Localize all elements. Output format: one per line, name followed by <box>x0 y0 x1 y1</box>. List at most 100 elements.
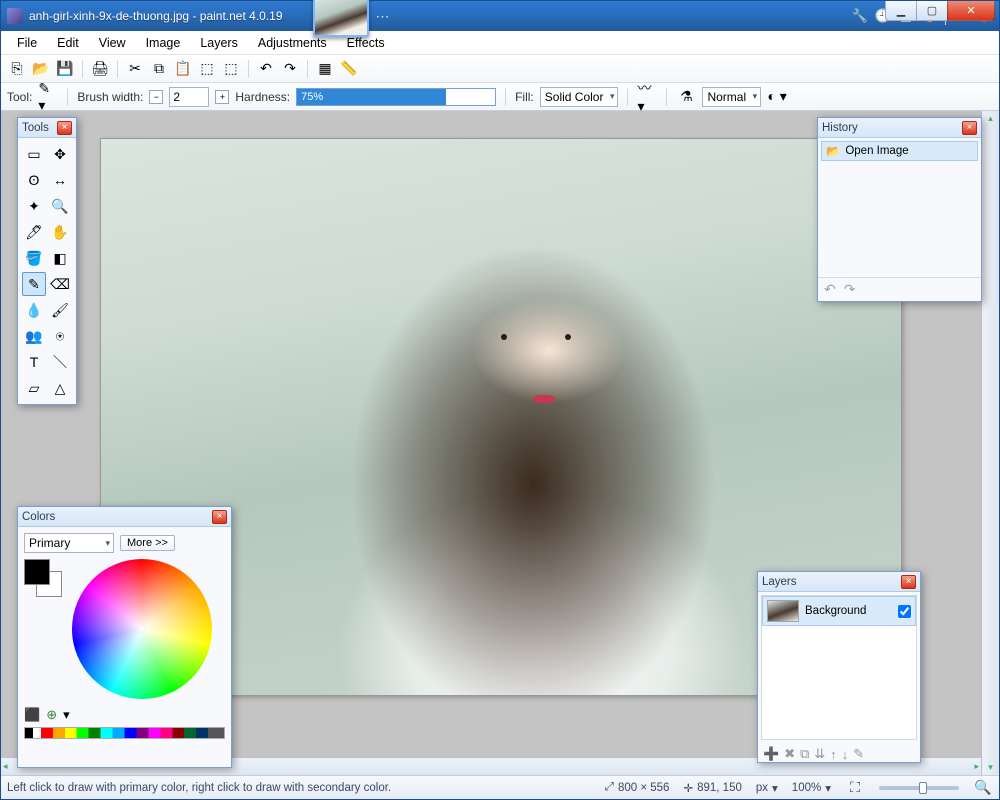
menu-view[interactable]: View <box>89 33 136 53</box>
brushwidth-decr[interactable]: − <box>149 90 163 104</box>
history-item-label: Open Image <box>845 145 908 157</box>
primary-swatch[interactable] <box>24 559 50 585</box>
color-swatches[interactable] <box>24 559 64 599</box>
tool-move-sel[interactable]: ✥ <box>48 142 72 166</box>
tool-picker[interactable]: 💧 <box>22 298 46 322</box>
tool-fill[interactable]: 🪣 <box>22 246 46 270</box>
layer-props-icon[interactable]: ✎ <box>853 746 864 762</box>
blend-icon[interactable]: ⚗ <box>676 87 696 107</box>
antialias-icon[interactable]: 〰 ▾ <box>637 87 657 107</box>
menu-file[interactable]: File <box>7 33 47 53</box>
new-icon[interactable]: ⎘ <box>7 59 27 79</box>
layers-panel-title: Layers <box>762 576 797 588</box>
deselect-icon[interactable]: ⬚ <box>221 59 241 79</box>
tools-window-toggle[interactable]: 🔧 <box>850 6 870 26</box>
blendmode-dropdown[interactable]: Normal <box>702 87 761 107</box>
history-undo-icon[interactable]: ↶ <box>824 281 836 298</box>
swap-colors-icon[interactable]: ⬛ <box>24 707 40 723</box>
history-redo-icon[interactable]: ↷ <box>844 281 856 298</box>
minimize-button[interactable]: ▁ <box>885 1 917 21</box>
fill-dropdown[interactable]: Solid Color <box>540 87 619 107</box>
tool-brush[interactable]: 🖊 <box>22 220 46 244</box>
image-thumb[interactable] <box>313 0 369 37</box>
menu-edit[interactable]: Edit <box>47 33 89 53</box>
active-tool-icon[interactable]: ✎ ▾ <box>38 87 58 107</box>
undo-icon[interactable]: ↶ <box>256 59 276 79</box>
tools-panel: Tools × ▭✥ʘ↔✦🔍🖊✋🪣◧✎⌫💧🖌👥⍟T＼▱△ <box>17 117 77 405</box>
brushwidth-label: Brush width: <box>77 90 143 104</box>
layer-down-icon[interactable]: ↓ <box>842 747 849 762</box>
hardness-label: Hardness: <box>235 90 290 104</box>
color-mode-dropdown[interactable]: Primary <box>24 533 114 553</box>
status-unit[interactable]: px ▾ <box>756 781 778 795</box>
tool-text[interactable]: T <box>22 350 46 374</box>
brushwidth-incr[interactable]: + <box>215 90 229 104</box>
tools-panel-close[interactable]: × <box>57 121 72 135</box>
zoom-slider[interactable] <box>879 786 959 790</box>
print-icon[interactable]: 🖨 <box>90 59 110 79</box>
close-button[interactable]: ✕ <box>947 1 995 21</box>
tool-zoom[interactable]: 🔍 <box>48 194 72 218</box>
history-panel-close[interactable]: × <box>962 121 977 135</box>
tool-gradient[interactable]: ◧ <box>48 246 72 270</box>
colors-more-button[interactable]: More >> <box>120 535 175 551</box>
vertical-scrollbar[interactable]: ▴▾ <box>981 111 999 775</box>
layers-panel-close[interactable]: × <box>901 575 916 589</box>
layer-duplicate-icon[interactable]: ⧉ <box>800 746 809 762</box>
layer-add-icon[interactable]: ➕ <box>763 746 779 762</box>
menu-image[interactable]: Image <box>136 33 191 53</box>
zoom-fit-icon[interactable]: ⛶ <box>845 778 865 798</box>
tool-pencil[interactable]: ✎ <box>22 272 46 296</box>
tool-lasso[interactable]: ʘ <box>22 168 46 192</box>
color-wheel[interactable] <box>72 559 212 699</box>
tool-stamp[interactable]: ⍟ <box>48 324 72 348</box>
statusbar: Left click to draw with primary color, r… <box>1 775 999 799</box>
layer-merge-icon[interactable]: ⇊ <box>814 746 825 762</box>
tool-wand[interactable]: ✦ <box>22 194 46 218</box>
tools-panel-title: Tools <box>22 122 49 134</box>
cut-icon[interactable]: ✂ <box>125 59 145 79</box>
status-cursor-pos: ✛ 891, 150 <box>683 781 741 795</box>
colors-panel: Colors × Primary More >> ⬛ ⊕ ▾ <box>17 506 232 768</box>
add-palette-icon[interactable]: ⊕ <box>46 707 57 723</box>
tool-shapes[interactable]: ▱ <box>22 376 46 400</box>
palette-strip[interactable] <box>24 727 225 739</box>
redo-icon[interactable]: ↷ <box>280 59 300 79</box>
layer-up-icon[interactable]: ↑ <box>830 747 837 762</box>
open-image-icon: 📂 <box>826 144 840 158</box>
hardness-value: 75% <box>297 91 323 103</box>
menu-layers[interactable]: Layers <box>190 33 248 53</box>
layer-delete-icon[interactable]: ✖ <box>784 746 795 762</box>
tool-pan[interactable]: ✋ <box>48 220 72 244</box>
maximize-button[interactable]: ▢ <box>916 1 948 21</box>
tool-move[interactable]: ↔ <box>48 168 72 192</box>
grid-icon[interactable]: ▦ <box>315 59 335 79</box>
layer-thumb <box>767 600 799 622</box>
colors-panel-close[interactable]: × <box>212 510 227 524</box>
tool-recolor[interactable]: 🖌 <box>48 298 72 322</box>
brushwidth-input[interactable] <box>169 87 209 107</box>
hardness-slider[interactable]: 75% <box>296 88 496 106</box>
titlebar: ▁ ▢ ✕ anh-girl-xinh-9x-de-thuong.jpg - p… <box>1 1 999 31</box>
open-icon[interactable]: 📂 <box>31 59 51 79</box>
save-icon[interactable]: 💾 <box>55 59 75 79</box>
layer-row[interactable]: Background <box>762 596 916 626</box>
ruler-icon[interactable]: 📏 <box>339 59 359 79</box>
history-item[interactable]: 📂 Open Image <box>821 141 978 161</box>
tool-eraser[interactable]: ⌫ <box>48 272 72 296</box>
zoom-in-icon[interactable]: 🔍 <box>973 778 993 798</box>
paste-icon[interactable]: 📋 <box>173 59 193 79</box>
copy-icon[interactable]: ⧉ <box>149 59 169 79</box>
tool-clone[interactable]: 👥 <box>22 324 46 348</box>
palette-menu-icon[interactable]: ▾ <box>63 707 70 723</box>
colors-panel-title: Colors <box>22 511 55 523</box>
layer-opacity-icon[interactable]: ◐ ▾ <box>767 87 787 107</box>
thumbstrip-overflow[interactable]: ⋯ <box>375 0 391 37</box>
crop-icon[interactable]: ⬚ <box>197 59 217 79</box>
tool-shapes2[interactable]: △ <box>48 376 72 400</box>
tool-line[interactable]: ＼ <box>48 350 72 374</box>
status-zoom[interactable]: 100% ▾ <box>792 781 831 795</box>
tool-rect-select[interactable]: ▭ <box>22 142 46 166</box>
tool-label: Tool: <box>7 90 32 104</box>
layer-visible-checkbox[interactable] <box>898 605 911 618</box>
